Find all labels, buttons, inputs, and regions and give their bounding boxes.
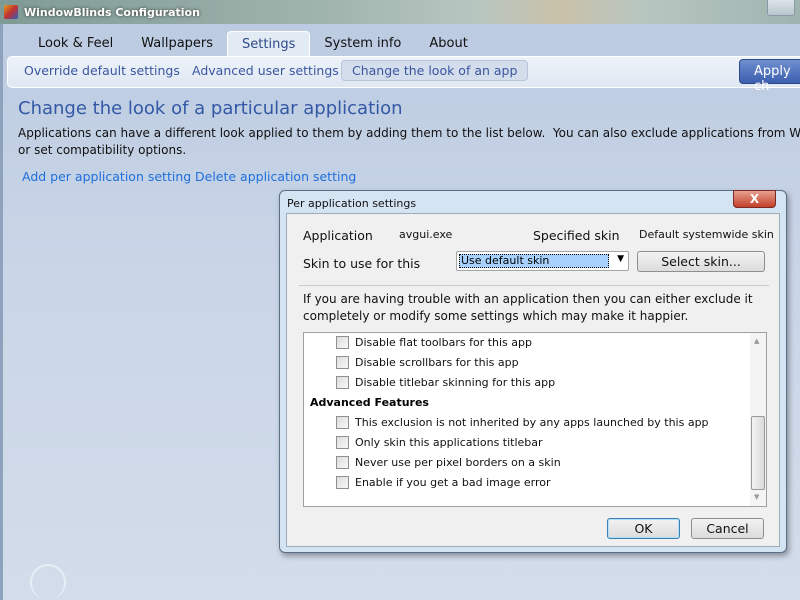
apply-button[interactable]: Apply ch: [739, 59, 800, 94]
option-label: Never use per pixel borders on a skin: [355, 456, 561, 469]
application-value: avgui.exe: [399, 228, 453, 241]
option-label: Disable scrollbars for this app: [355, 356, 519, 369]
checkbox[interactable]: [336, 356, 349, 369]
checkbox[interactable]: [336, 336, 349, 349]
option-only-titlebar[interactable]: Only skin this applications titlebar: [336, 436, 543, 449]
cancel-button[interactable]: Cancel: [691, 518, 764, 539]
per-app-dialog: Per application settings X Application a…: [279, 190, 787, 553]
checkbox[interactable]: [336, 376, 349, 389]
subtab-advanced-user[interactable]: Advanced user settings: [192, 63, 339, 78]
specified-skin-value: Default systemwide skin: [639, 228, 774, 241]
checkbox[interactable]: [336, 416, 349, 429]
checkbox[interactable]: [336, 456, 349, 469]
option-label: Disable titlebar skinning for this app: [355, 376, 556, 389]
tab-look-feel[interactable]: Look & Feel: [24, 31, 127, 57]
checkbox[interactable]: [336, 476, 349, 489]
option-not-inherited[interactable]: This exclusion is not inherited by any a…: [336, 416, 709, 429]
tab-wallpapers[interactable]: Wallpapers: [127, 31, 227, 57]
page-description: Applications can have a different look a…: [18, 126, 800, 157]
chevron-down-icon: ▼: [617, 254, 624, 264]
select-skin-button[interactable]: Select skin...: [637, 251, 765, 272]
option-no-per-pixel[interactable]: Never use per pixel borders on a skin: [336, 456, 561, 469]
option-flat-toolbars[interactable]: Disable flat toolbars for this app: [336, 336, 532, 349]
minimize-button[interactable]: [767, 0, 795, 16]
dialog-body: Application avgui.exe Specified skin Def…: [286, 213, 780, 547]
option-label: Enable if you get a bad image error: [355, 476, 551, 489]
subtab-bar: Override default settings Advanced user …: [7, 56, 800, 88]
dialog-title: Per application settings: [287, 197, 417, 210]
tab-about[interactable]: About: [415, 31, 481, 57]
option-label: Disable flat toolbars for this app: [355, 336, 532, 349]
scrollbar-thumb[interactable]: [751, 416, 765, 490]
skin-select[interactable]: Use default skin ▼: [456, 251, 629, 271]
separator: [299, 285, 769, 286]
window-title: WindowBlinds Configuration: [24, 6, 200, 19]
scroll-down-icon[interactable]: ▼: [754, 493, 759, 501]
application-label: Application: [303, 228, 373, 243]
tab-settings[interactable]: Settings: [227, 31, 311, 57]
ok-button[interactable]: OK: [607, 518, 680, 539]
scrollbar[interactable]: ▲ ▼: [750, 333, 766, 506]
option-titlebar[interactable]: Disable titlebar skinning for this app: [336, 376, 555, 389]
help-text: If you are having trouble with an applic…: [303, 292, 753, 323]
scroll-up-icon[interactable]: ▲: [754, 337, 759, 345]
tab-system-info[interactable]: System info: [310, 31, 415, 57]
skin-select-value: Use default skin: [459, 254, 609, 268]
options-list: Disable flat toolbars for this app Disab…: [303, 332, 767, 507]
option-label: This exclusion is not inherited by any a…: [355, 416, 709, 429]
skin-label: Skin to use for this application: [303, 256, 421, 275]
option-label: Only skin this applications titlebar: [355, 436, 543, 449]
option-bad-image[interactable]: Enable if you get a bad image error: [336, 476, 551, 489]
decorative-orb: [30, 564, 66, 600]
specified-skin-label: Specified skin: [533, 228, 620, 243]
checkbox[interactable]: [336, 436, 349, 449]
delete-setting-link[interactable]: Delete application setting: [195, 169, 356, 184]
close-button[interactable]: X: [733, 190, 776, 208]
section-heading: Advanced Features: [310, 396, 429, 409]
subtab-change-look[interactable]: Change the look of an app: [341, 60, 529, 81]
title-bar: WindowBlinds Configuration: [0, 0, 800, 26]
page-title: Change the look of a particular applicat…: [18, 98, 403, 119]
add-setting-link[interactable]: Add per application setting: [22, 169, 191, 184]
app-icon: [4, 5, 18, 19]
option-scrollbars[interactable]: Disable scrollbars for this app: [336, 356, 519, 369]
subtab-override-defaults[interactable]: Override default settings: [24, 63, 180, 78]
main-tabs: Look & Feel Wallpapers Settings System i…: [24, 31, 482, 57]
